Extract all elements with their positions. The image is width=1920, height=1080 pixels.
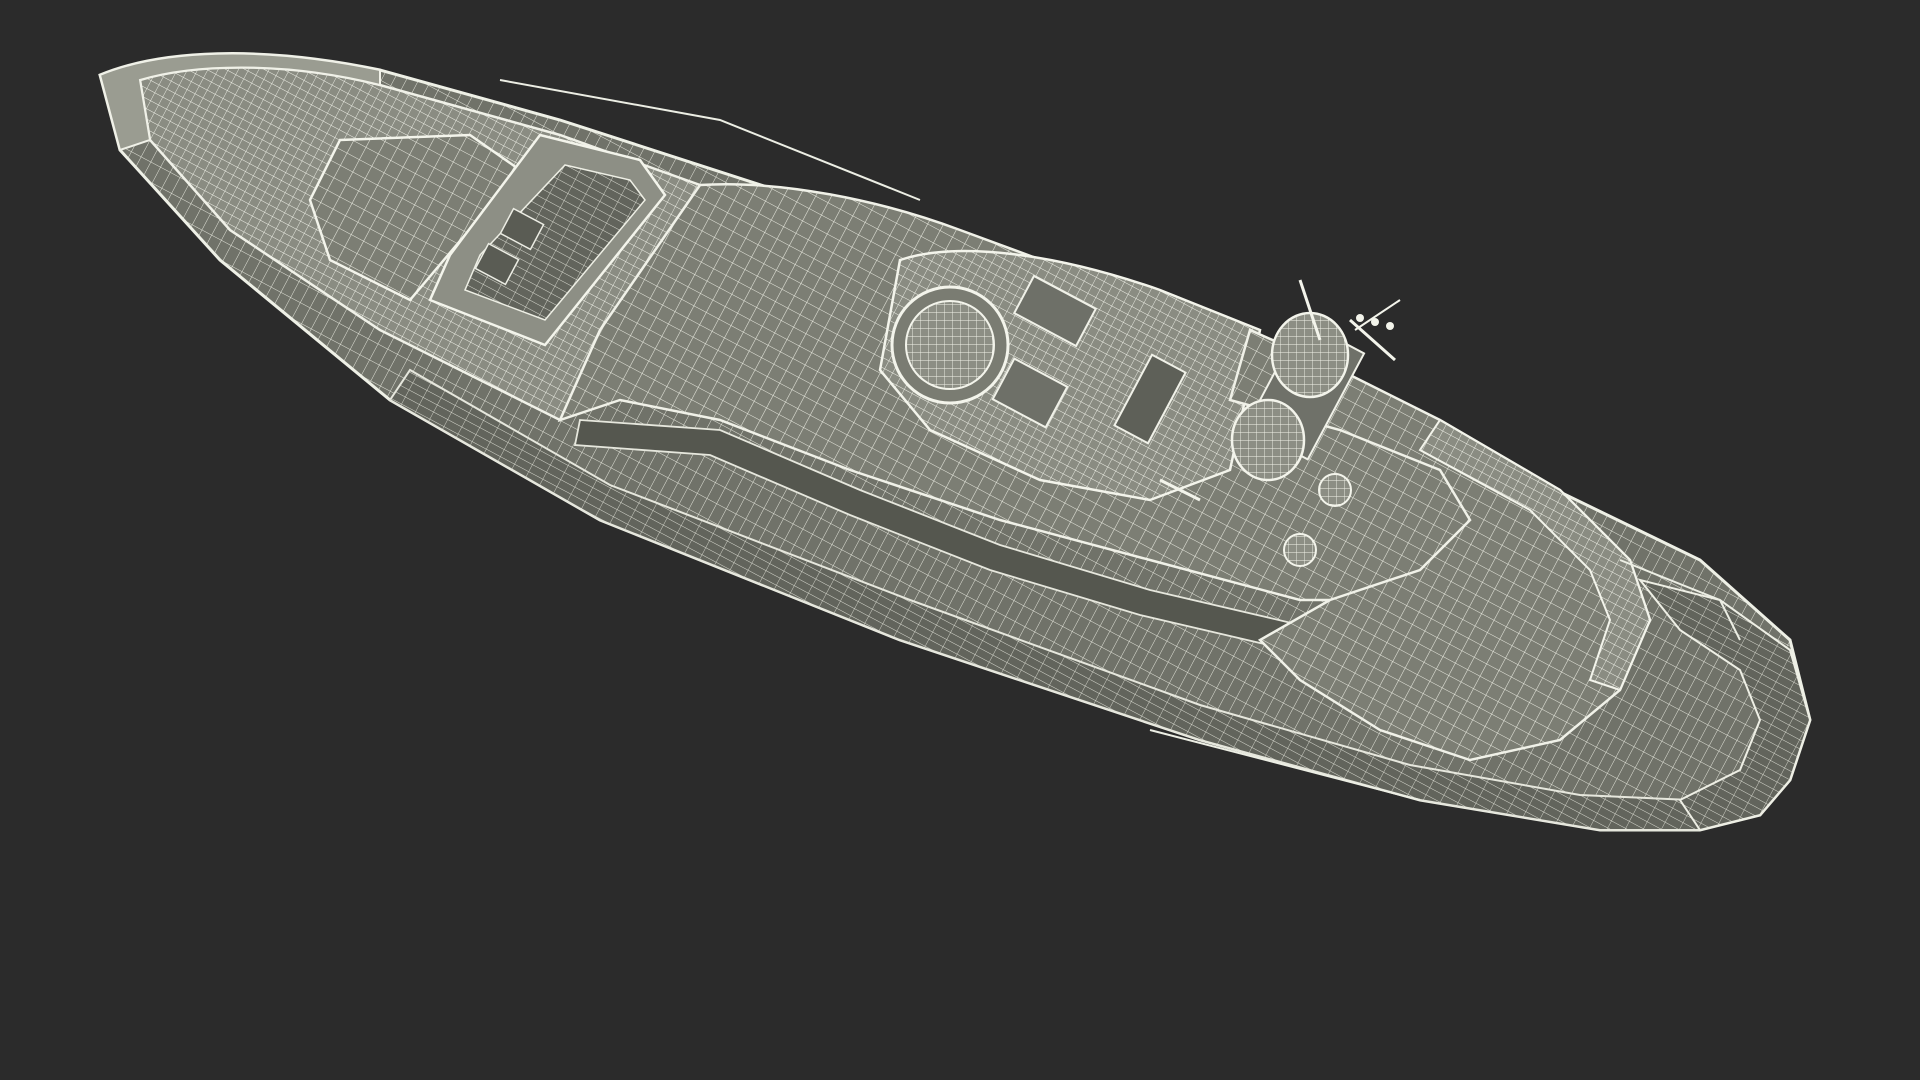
yacht-wireframe bbox=[98, 52, 1812, 832]
render-viewport bbox=[0, 0, 1920, 1080]
jacuzzi-icon bbox=[890, 285, 1010, 405]
